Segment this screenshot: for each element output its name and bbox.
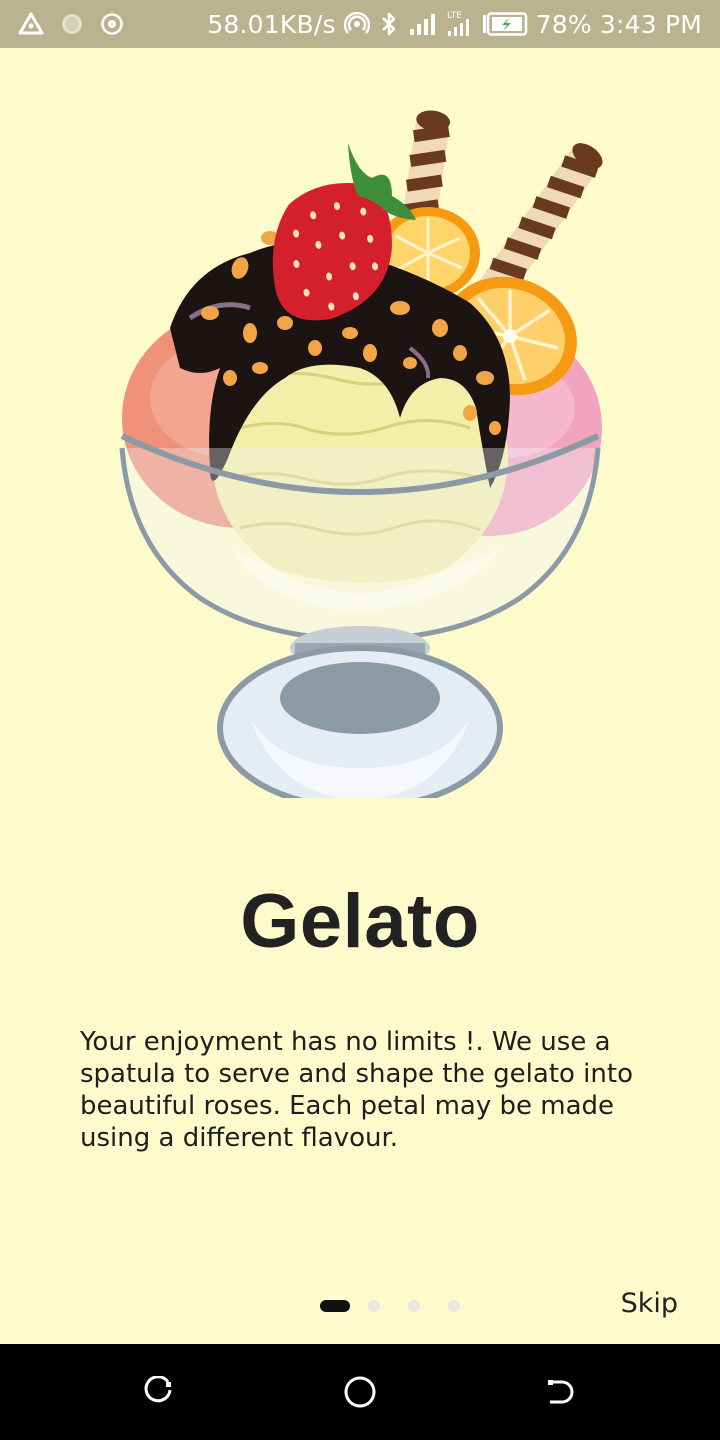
page-dot[interactable] <box>448 1300 460 1312</box>
clock: 3:43 PM <box>599 9 702 39</box>
skip-button[interactable]: Skip <box>621 1288 678 1319</box>
gelato-sundae-illustration <box>110 78 610 811</box>
onboarding-page: Gelato Your enjoyment has no limits !. W… <box>0 48 720 1344</box>
network-type-label: LTE <box>447 11 462 21</box>
home-icon[interactable] <box>342 1374 378 1410</box>
bluetooth-icon <box>378 11 400 37</box>
back-icon[interactable] <box>542 1374 578 1410</box>
lte-signal-icon: LTE <box>446 9 474 39</box>
delta-icon <box>18 11 44 37</box>
page-dot[interactable] <box>368 1300 380 1312</box>
status-right: 58.01KB/s LTE 78% 3:43 PM <box>207 0 702 48</box>
status-bar: 58.01KB/s LTE 78% 3:43 PM <box>0 0 720 48</box>
page-indicator <box>320 1300 488 1312</box>
recent-apps-icon[interactable] <box>142 1374 178 1410</box>
page-title: Gelato <box>240 879 480 964</box>
navigation-bar <box>0 1344 720 1440</box>
battery-percent: 78% <box>535 9 592 39</box>
battery-charging-icon <box>482 12 528 36</box>
glass-bowl <box>119 433 601 811</box>
page-dot-active[interactable] <box>320 1300 350 1312</box>
signal-bars-icon <box>408 11 438 37</box>
page-description: Your enjoyment has no limits !. We use a… <box>80 1027 633 1153</box>
status-left-icons <box>18 0 124 48</box>
hotspot-icon <box>343 11 370 37</box>
net-speed: 58.01KB/s <box>207 9 336 39</box>
circle-dot-icon <box>60 12 84 36</box>
target-icon <box>100 12 124 36</box>
page-dot[interactable] <box>408 1300 420 1312</box>
